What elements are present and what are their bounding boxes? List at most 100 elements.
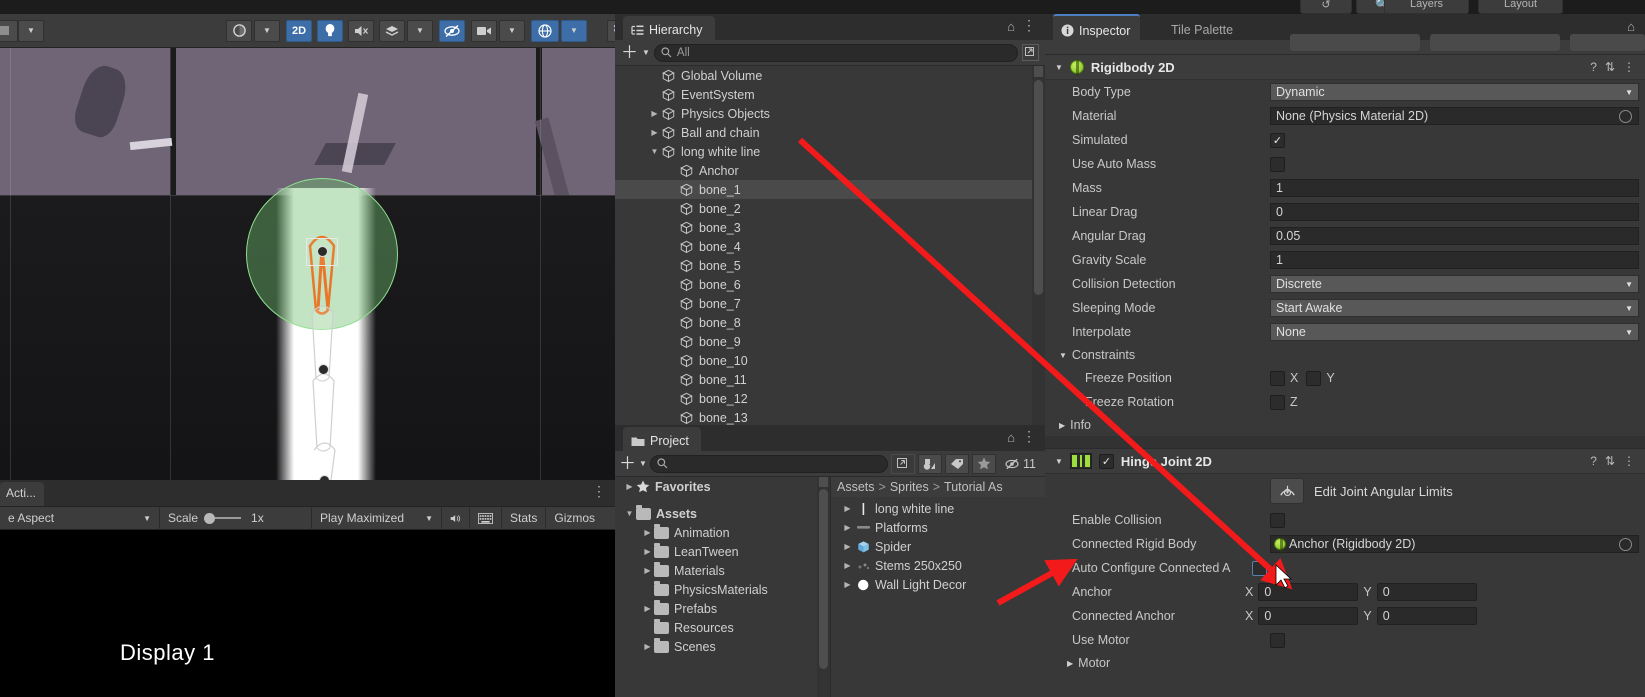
info-section[interactable]: ▶ Info: [1045, 414, 1645, 436]
disclosure-triangle[interactable]: ▶: [648, 128, 661, 137]
collab-button[interactable]: ↺: [1300, 0, 1352, 14]
disclosure-triangle[interactable]: ▶: [648, 109, 661, 118]
hierarchy-item-anchor[interactable]: Anchor: [615, 161, 1045, 180]
scene-visibility-count[interactable]: 11: [999, 454, 1041, 474]
hierarchy-item-bone-6[interactable]: bone_6: [615, 275, 1045, 294]
hierarchy-item-bone-1[interactable]: bone_1: [615, 180, 1045, 199]
project-tree-item-animation[interactable]: ▶ Animation: [615, 523, 830, 542]
disclosure-triangle[interactable]: ▶: [641, 566, 654, 575]
hierarchy-item-bone-5[interactable]: bone_5: [615, 256, 1045, 275]
project-tree-item-scenes[interactable]: ▶ Scenes: [615, 637, 830, 656]
hierarchy-item-bone-3[interactable]: bone_3: [615, 218, 1045, 237]
lock-icon-project[interactable]: ⌂: [1007, 430, 1015, 445]
hierarchy-scrollbar-thumb[interactable]: [1034, 80, 1043, 295]
chevron-right-icon[interactable]: ▶: [1059, 421, 1065, 430]
project-tree-item-resources[interactable]: Resources: [615, 618, 830, 637]
filter-by-label-button[interactable]: [945, 453, 969, 474]
lock-icon[interactable]: ⌂: [1007, 19, 1015, 34]
help-icon[interactable]: ?: [1590, 454, 1597, 468]
constraints-section[interactable]: ▼ Constraints: [1045, 344, 1645, 366]
hierarchy-item-global-volume[interactable]: Global Volume: [615, 66, 1045, 85]
scale-slider-handle[interactable]: [204, 512, 216, 524]
component-pill-2[interactable]: [1430, 34, 1560, 51]
camera-dropdown[interactable]: ▼: [499, 19, 525, 42]
hierarchy-item-bone-2[interactable]: bone_2: [615, 199, 1045, 218]
simulated-checkbox[interactable]: ✓: [1270, 132, 1285, 148]
hierarchy-item-physics-objects[interactable]: ▶ Physics Objects: [615, 104, 1045, 123]
toggle-fx-button[interactable]: [379, 19, 405, 42]
tab-hierarchy[interactable]: Hierarchy: [623, 16, 715, 40]
game-screen[interactable]: [0, 530, 615, 697]
hierarchy-search-input[interactable]: All: [653, 43, 1018, 62]
scene-canvas[interactable]: [0, 48, 615, 480]
shading-dropdown[interactable]: ▼: [254, 19, 280, 42]
project-contents[interactable]: Assets > Sprites > Tutorial As ▶ long white l…: [830, 477, 1045, 697]
gizmos-button[interactable]: [531, 19, 559, 42]
tab-tile-palette[interactable]: Tile Palette: [1163, 14, 1243, 40]
disclosure-triangle[interactable]: ▶: [841, 504, 854, 513]
freeze-rotation-z-checkbox[interactable]: [1270, 394, 1285, 410]
breadcrumb-item-tutorial-as[interactable]: Tutorial As: [944, 480, 1003, 494]
help-icon[interactable]: ?: [1590, 60, 1597, 74]
enable-collision-checkbox[interactable]: [1270, 512, 1285, 528]
filter-by-type-button[interactable]: [918, 453, 942, 474]
breadcrumb[interactable]: Assets > Sprites > Tutorial As: [831, 477, 1045, 497]
hierarchy-menu-icon[interactable]: ⋮: [1022, 17, 1036, 34]
project-menu-icon[interactable]: ⋮: [1022, 428, 1036, 445]
freeze-position-y-checkbox[interactable]: [1306, 370, 1322, 386]
component-pill-1[interactable]: [1290, 34, 1420, 51]
body-type-dropdown[interactable]: Dynamic ▼: [1270, 83, 1639, 101]
chevron-down-icon[interactable]: ▼: [1055, 63, 1063, 72]
create-asset-button[interactable]: ＋: [619, 455, 636, 472]
grid-snap-button[interactable]: [607, 19, 615, 42]
angular-drag-input[interactable]: 0.05: [1270, 227, 1639, 245]
scene-visibility-button[interactable]: [439, 19, 465, 42]
scene-camera-button[interactable]: [471, 19, 497, 42]
linear-drag-input[interactable]: 0: [1270, 203, 1639, 221]
component-menu-icon[interactable]: ⋮: [1623, 60, 1635, 74]
project-tree-item-materials[interactable]: ▶ Materials: [615, 561, 830, 580]
tab-inspector[interactable]: Inspector: [1053, 14, 1141, 40]
object-picker-icon[interactable]: [1619, 109, 1632, 123]
hierarchy-item-bone-11[interactable]: bone_11: [615, 370, 1045, 389]
disclosure-triangle[interactable]: ▼: [623, 509, 636, 518]
collision-detection-dropdown[interactable]: Discrete ▼: [1270, 275, 1639, 293]
tab-game[interactable]: Acti...: [0, 482, 45, 506]
layout-dropdown[interactable]: Layout: [1478, 0, 1563, 14]
project-search-input[interactable]: [649, 454, 888, 473]
hierarchy-item-bone-7[interactable]: bone_7: [615, 294, 1045, 313]
fx-dropdown[interactable]: ▼: [407, 19, 433, 42]
sleeping-mode-dropdown[interactable]: Start Awake ▼: [1270, 299, 1639, 317]
use-motor-checkbox[interactable]: [1270, 632, 1285, 648]
project-scrollbar-track[interactable]: [817, 477, 830, 697]
motor-section[interactable]: ▶ Motor: [1045, 652, 1645, 674]
use-auto-mass-checkbox[interactable]: [1270, 156, 1285, 172]
project-tree-item-leantween[interactable]: ▶ LeanTween: [615, 542, 830, 561]
connected-anchor-y-input[interactable]: 0: [1376, 607, 1477, 625]
project-contents-list[interactable]: ▶ long white line ▶ Platforms ▶ Spider ▶ Stems …: [831, 497, 1045, 594]
chevron-right-icon[interactable]: ▶: [1067, 659, 1073, 668]
hierarchy-item-bone-4[interactable]: bone_4: [615, 237, 1045, 256]
hierarchy-scrollbar-track[interactable]: [1032, 66, 1045, 425]
disclosure-triangle[interactable]: ▶: [641, 642, 654, 651]
mass-input[interactable]: 1: [1270, 179, 1639, 197]
chevron-down-icon[interactable]: ▼: [642, 48, 650, 57]
disclosure-triangle[interactable]: ▶: [641, 547, 654, 556]
project-content-item-platforms[interactable]: ▶ Platforms: [831, 518, 1045, 537]
search-expand-button-project[interactable]: [891, 453, 915, 474]
project-tree-item-assets[interactable]: ▼ Assets: [615, 504, 830, 523]
hierarchy-item-long-white-line[interactable]: ▼ long white line: [615, 142, 1045, 161]
toggle-lighting-button[interactable]: [317, 19, 343, 42]
disclosure-triangle[interactable]: ▼: [648, 147, 661, 156]
project-content-item-stems-250x250[interactable]: ▶ Stems 250x250: [831, 556, 1045, 575]
pivot-dropdown[interactable]: ▼: [18, 19, 44, 42]
preset-icon[interactable]: ⇅: [1605, 454, 1615, 468]
hierarchy-item-ball-and-chain[interactable]: ▶ Ball and chain: [615, 123, 1045, 142]
freeze-position-x-checkbox[interactable]: [1270, 370, 1285, 386]
chevron-down-icon[interactable]: ▼: [1059, 351, 1067, 360]
project-tree-item-physicsmaterials[interactable]: PhysicsMaterials: [615, 580, 830, 599]
lock-icon-inspector[interactable]: ⌂: [1627, 19, 1635, 34]
anchor-y-input[interactable]: 0: [1376, 583, 1477, 601]
connected-rigid-body-field[interactable]: Anchor (Rigidbody 2D): [1270, 535, 1639, 554]
toggle-2d-button[interactable]: 2D: [286, 19, 312, 42]
